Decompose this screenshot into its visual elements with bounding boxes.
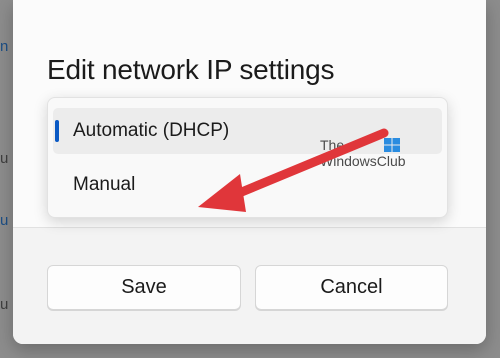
option-label: Manual [73, 174, 136, 195]
option-label: Automatic (DHCP) [73, 120, 230, 141]
windows-logo-icon [384, 138, 401, 152]
watermark: The WindowsClub [320, 137, 406, 169]
watermark-text: The [320, 137, 345, 153]
edit-ip-settings-dialog: Edit network IP settings Save Cancel Aut… [13, 0, 486, 344]
background-text-fragment: u [0, 296, 9, 313]
dialog-footer: Save Cancel [13, 227, 486, 344]
cancel-button[interactable]: Cancel [255, 265, 448, 310]
background-text-fragment: u [0, 212, 9, 229]
background-text-fragment: u [0, 150, 9, 167]
watermark-text: WindowsClub [320, 153, 406, 169]
background-text-fragment: n [0, 38, 9, 55]
save-button[interactable]: Save [47, 265, 241, 310]
dialog-title: Edit network IP settings [47, 54, 335, 85]
selection-indicator [55, 120, 59, 142]
